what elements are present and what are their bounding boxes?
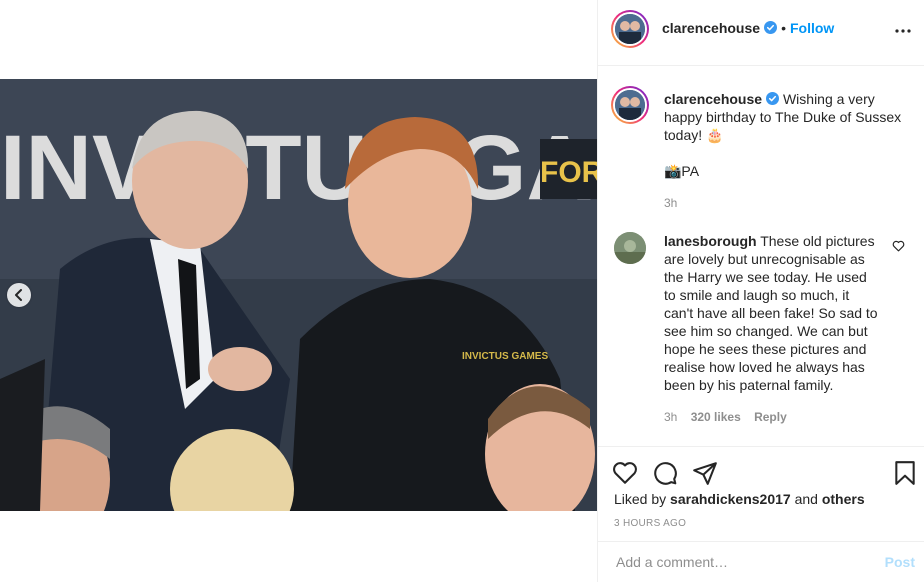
- caption: clarencehouse Wishing a very happy birth…: [664, 90, 904, 212]
- share-icon[interactable]: [692, 460, 718, 486]
- caption-avatar-image: [615, 90, 645, 120]
- photo-panel: INVICTUS GAMES FOR INVICTUS GAMES: [0, 0, 597, 582]
- banner-text: INVICTUS GAMES: [0, 117, 597, 219]
- post-header: clarencehouse • Follow: [598, 0, 924, 66]
- follow-button[interactable]: Follow: [790, 20, 834, 36]
- commenter-username[interactable]: lanesborough: [664, 233, 757, 249]
- liked-by-join: and: [794, 491, 818, 507]
- comment-text: These old pictures are lovely but unreco…: [664, 233, 878, 393]
- author-avatar-image: [615, 14, 645, 44]
- post-photo[interactable]: INVICTUS GAMES FOR INVICTUS GAMES: [0, 79, 597, 511]
- comment-item: lanesborough These old pictures are love…: [664, 232, 880, 426]
- add-comment-bar: Post: [598, 541, 924, 582]
- comment-time[interactable]: 3h: [664, 410, 677, 424]
- caption-credit: 📸PA: [664, 163, 700, 179]
- post-actions: Liked by sarahdickens2017 and others 3 H…: [598, 446, 924, 543]
- liked-by-prefix: Liked by: [614, 491, 667, 507]
- previous-photo-button[interactable]: [7, 283, 31, 307]
- bookmark-icon[interactable]: [892, 460, 918, 486]
- header-user-line: clarencehouse • Follow: [662, 20, 834, 38]
- chevron-left-icon: [15, 289, 22, 301]
- liked-by-user[interactable]: sarahdickens2017: [670, 491, 791, 507]
- author-avatar[interactable]: [611, 10, 649, 48]
- caption-username[interactable]: clarencehouse: [664, 91, 762, 107]
- post-comment-button[interactable]: Post: [885, 554, 915, 570]
- reply-button[interactable]: Reply: [754, 410, 787, 424]
- comment-meta: 3h 320 likes Reply: [664, 408, 880, 426]
- jacket-logo-text: INVICTUS GAMES: [462, 351, 548, 362]
- author-username[interactable]: clarencehouse: [662, 20, 760, 36]
- liked-by-others[interactable]: others: [822, 491, 865, 507]
- commenter-avatar[interactable]: [614, 232, 646, 264]
- comment-likes[interactable]: 320 likes: [691, 410, 741, 424]
- post-photo-image: INVICTUS GAMES FOR INVICTUS GAMES: [0, 79, 597, 511]
- verified-badge-icon: [766, 92, 780, 105]
- liked-by-line: Liked by sarahdickens2017 and others: [614, 491, 865, 507]
- caption-author-avatar[interactable]: [611, 86, 649, 124]
- heart-icon[interactable]: [612, 460, 638, 486]
- side-banner-text: FOR: [540, 156, 597, 189]
- comment-like-heart-icon[interactable]: [892, 240, 905, 252]
- verified-badge-icon: [764, 21, 778, 34]
- more-options-icon: [895, 29, 911, 33]
- comment-icon[interactable]: [652, 460, 678, 486]
- separator-dot: •: [781, 20, 786, 36]
- comment-input[interactable]: [614, 553, 858, 571]
- more-options-button[interactable]: [891, 19, 915, 43]
- post-side-panel: clarencehouse • Follow clarencehouse Wishi…: [597, 0, 924, 582]
- post-timestamp[interactable]: 3 HOURS AGO: [614, 518, 686, 529]
- caption-time[interactable]: 3h: [664, 194, 904, 212]
